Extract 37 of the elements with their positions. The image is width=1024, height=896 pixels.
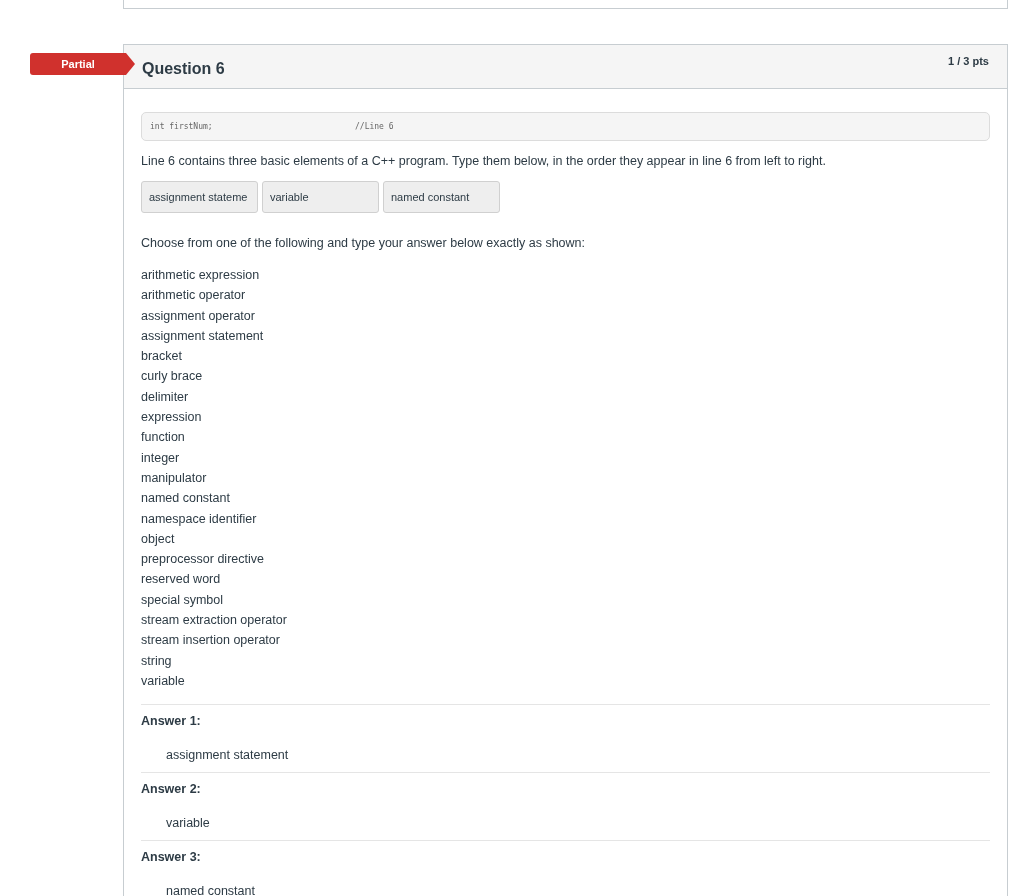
choice-text: function xyxy=(141,429,186,447)
choice-text: arithmetic operator xyxy=(141,287,247,305)
choice-text: bracket xyxy=(141,348,183,366)
choice-text: curly brace xyxy=(141,368,204,386)
choice-text: assignment operator xyxy=(141,307,256,325)
points-label: 1 / 3 pts xyxy=(948,54,989,69)
question-prompt: Line 6 contains three basic elements of a C++ program. Type them below, in the order they appear in line 6 from left to right. xyxy=(141,153,827,169)
choice-text: string xyxy=(141,652,173,670)
answer-input[interactable]: named constant xyxy=(383,181,500,213)
choice-text: object xyxy=(141,530,176,548)
choice-text: stream extraction operator xyxy=(141,612,288,630)
choice-text: preprocessor directive xyxy=(141,551,265,569)
answer-value: assignment statement xyxy=(166,747,290,764)
choice-text: integer xyxy=(141,449,181,467)
answer-input[interactable]: variable xyxy=(262,181,379,213)
choice-text: expression xyxy=(141,409,203,427)
choice-text: assignment statement xyxy=(141,327,265,345)
choice-text: special symbol xyxy=(141,591,224,609)
choice-text: delimiter xyxy=(141,388,190,406)
instructions-text: Choose from one of the following and type your answer below exactly as shown: xyxy=(141,235,586,251)
code-statement: int firstNum; xyxy=(150,120,214,133)
code-comment: //Line 6 xyxy=(355,120,394,133)
choice-text: arithmetic expression xyxy=(141,267,261,284)
choice-text: variable xyxy=(141,672,186,690)
status-banner: Partial xyxy=(30,53,135,75)
choice-text: stream insertion operator xyxy=(141,632,281,650)
answer-value: variable xyxy=(166,815,211,832)
answer-label: Answer 2: xyxy=(141,781,202,798)
choice-text: namespace identifier xyxy=(141,510,258,528)
answer-input[interactable]: assignment stateme xyxy=(141,181,258,213)
answer-value: named constant xyxy=(166,883,256,896)
answer-label: Answer 3: xyxy=(141,849,202,866)
choice-text: reserved word xyxy=(141,571,222,589)
answer-label: Answer 1: xyxy=(141,713,202,730)
choice-text: manipulator xyxy=(141,469,208,487)
choice-text: named constant xyxy=(141,490,231,508)
question-title: Question 6 xyxy=(142,59,225,79)
